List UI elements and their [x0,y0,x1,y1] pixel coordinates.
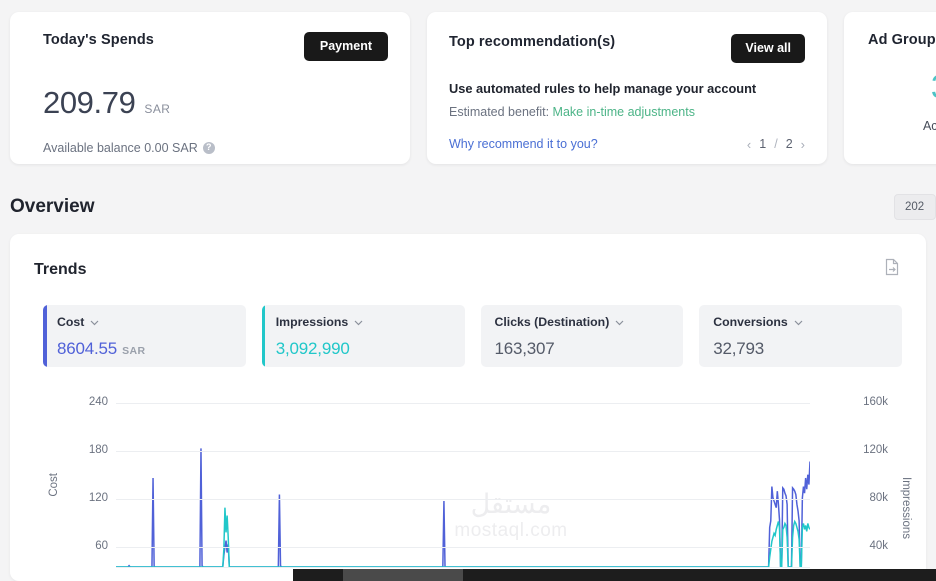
spends-card-title: Today's Spends [43,32,154,48]
available-balance-text: Available balance 0.00 SAR [43,140,198,155]
y-tick-left: 180 [88,444,108,456]
pager-prev-icon[interactable]: ‹ [747,137,751,152]
gridline [116,547,810,548]
trends-panel: Trends Cost 8604.55 SAR Impressions 3,09… [10,234,936,581]
metric-value-clicks: 163,307 [494,339,555,358]
metric-value-conversions: 32,793 [713,339,765,358]
recommendations-title: Top recommendation(s) [449,34,616,50]
y-axis-right-title: Impressions [900,477,912,539]
y-tick-right: 120k [863,444,888,456]
metric-card-impressions[interactable]: Impressions 3,092,990 [261,305,465,367]
y-tick-left: 60 [95,540,108,552]
metric-value-impressions: 3,092,990 [275,339,350,358]
payment-button[interactable]: Payment [303,32,388,61]
scrollbar-thumb[interactable] [343,569,463,581]
metric-card-clicks[interactable]: Clicks (Destination) 163,307 [480,305,684,367]
pager-current: 1 [759,137,767,151]
trends-chart: Cost Impressions مستقل mostaql.com 240 16… [10,385,926,575]
y-tick-right: 80k [869,492,888,504]
spend-amount-row: 209.79 SAR [43,85,388,121]
estimated-benefit: Estimated benefit: Make in-time adjustme… [449,105,805,119]
chevron-down-icon[interactable] [354,315,363,329]
ad-group-status-card: Ad Group St 3 Active [844,12,936,164]
overview-header: Overview 202 [0,186,936,228]
gridline [116,451,810,452]
metric-label-cost: Cost [57,315,246,329]
recommendation-pager: ‹ 1 / 2 › [747,137,805,152]
trends-title: Trends [34,260,87,278]
ad-group-status-title: Ad Group St [868,32,936,48]
benefit-prefix: Estimated benefit: [449,104,550,119]
recommendation-headline: Use automated rules to help manage your … [449,80,757,96]
horizontal-scrollbar[interactable] [293,569,936,581]
top-recommendations-card: Top recommendation(s) View all Use autom… [427,12,827,164]
gridline [116,403,810,404]
ad-group-active-count: 3 [868,70,936,103]
metric-value-cost: 8604.55 SAR [57,339,146,358]
pager-total: 2 [785,137,793,151]
export-document-icon[interactable] [884,258,900,281]
metric-card-cost[interactable]: Cost 8604.55 SAR [43,305,246,367]
chevron-down-icon[interactable] [615,315,624,329]
metric-label-impressions: Impressions [276,315,465,329]
y-tick-left: 240 [88,396,108,408]
y-tick-right: 40k [869,540,888,552]
recommendations-header: Top recommendation(s) View all [449,34,805,63]
spend-currency: SAR [144,101,171,116]
todays-spends-card: Today's Spends Payment 209.79 SAR Availa… [10,12,410,164]
recommendation-footer: Why recommend it to you? ‹ 1 / 2 › [449,137,805,152]
chart-plot-area: مستقل mostaql.com [116,385,810,575]
pager-next-icon[interactable]: › [801,137,805,152]
spend-amount-value: 209.79 [43,84,136,120]
metric-label-conversions: Conversions [713,315,902,329]
question-mark-icon[interactable]: ? [202,141,215,154]
y-tick-right: 160k [863,396,888,408]
view-all-button[interactable]: View all [731,34,805,63]
trends-header: Trends [10,234,926,281]
benefit-value: Make in-time adjustments [552,104,695,119]
pager-separator: / [774,137,778,151]
metric-card-conversions[interactable]: Conversions 32,793 [699,305,902,367]
ad-group-active-label: Active [922,119,936,133]
spends-card-header: Today's Spends Payment [43,32,388,61]
why-recommend-link[interactable]: Why recommend it to you? [449,137,598,151]
available-balance: Available balance 0.00 SAR ? [43,141,388,155]
series-impressions [116,507,810,568]
y-tick-left: 120 [88,492,108,504]
gridline [116,499,810,500]
axis-baseline [116,567,810,568]
date-range-filter[interactable]: 202 [894,194,936,220]
dashboard-page: Today's Spends Payment 209.79 SAR Availa… [0,0,936,581]
chevron-down-icon[interactable] [794,315,803,329]
metric-label-clicks: Clicks (Destination) [495,315,684,329]
chevron-down-icon[interactable] [90,315,99,329]
metrics-row: Cost 8604.55 SAR Impressions 3,092,990 C… [10,281,926,367]
summary-cards-row: Today's Spends Payment 209.79 SAR Availa… [0,12,936,164]
overview-title: Overview [10,196,95,217]
series-cost [116,448,810,568]
